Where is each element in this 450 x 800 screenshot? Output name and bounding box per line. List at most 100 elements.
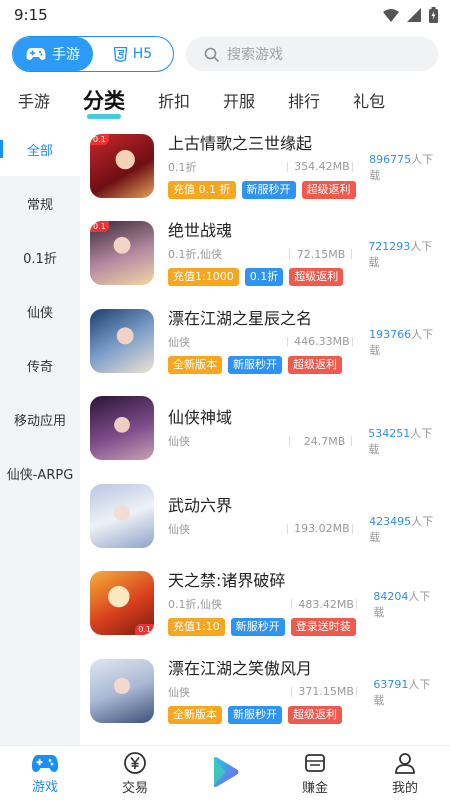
tab-mobile-games[interactable]: 手游 (18, 88, 50, 112)
game-category: 仙侠 (168, 685, 190, 699)
sidebar-item-legend[interactable]: 传奇 (0, 338, 80, 392)
game-meta: 仙侠 193.02MB 423495人下载 (168, 515, 440, 544)
tag-discount: 0.1折 (244, 268, 284, 287)
game-meta: 0.1折,仙侠 483.42MB 84204人下载 (168, 590, 440, 619)
tab-categories[interactable]: 分类 (83, 85, 125, 119)
divider (352, 161, 354, 172)
sidebar-item-discount[interactable]: 0.1折 (0, 230, 80, 284)
play-icon (214, 757, 239, 787)
bottom-nav: 游戏 交易 赚金 我的 (0, 745, 450, 800)
game-info: 仙侠神域 仙侠 24.7MB 534251人下载 (168, 407, 440, 456)
game-icon (90, 308, 154, 373)
game-icon: 0.1 (90, 133, 154, 198)
game-size: 354.42MB (294, 160, 350, 174)
discount-badge: 0.1 (90, 133, 109, 145)
nav-trade[interactable]: 交易 (90, 746, 180, 800)
search-placeholder: 搜索游戏 (227, 47, 283, 63)
game-meta: 仙侠 446.33MB 193766人下载 (168, 328, 440, 357)
h5-games-label: H5 (132, 46, 153, 62)
divider (287, 161, 289, 172)
game-info: 上古情歌之三世缘起 0.1折 354.42MB 896775人下载 充值 0.1… (168, 133, 440, 199)
nav-play[interactable] (180, 746, 270, 800)
download-count: 423495人下载 (369, 514, 434, 544)
game-tags: 全新版本 新服秒开 超级返利 (168, 705, 440, 724)
game-item[interactable]: 仙侠神域 仙侠 24.7MB 534251人下载 (80, 385, 450, 473)
discount-badge: 0.1 (90, 221, 109, 233)
game-icon: 0.1 (90, 571, 154, 636)
sidebar-item-mobile-apps[interactable]: 移动应用 (0, 392, 80, 446)
game-item[interactable]: 0.1 上古情歌之三世缘起 0.1折 354.42MB 896775人下载 充值… (80, 122, 450, 210)
divider (288, 436, 290, 447)
game-icon (90, 396, 154, 461)
tag-rebate: 超级返利 (301, 180, 356, 199)
nav-earn[interactable]: 赚金 (270, 746, 360, 800)
nav-games[interactable]: 游戏 (0, 746, 90, 800)
tag-login-gift: 登录送时装 (290, 618, 356, 637)
nav-mine-label: 我的 (391, 780, 418, 796)
sidebar-item-all[interactable]: 全部 (0, 122, 80, 176)
sidebar-item-xianxia-arpg[interactable]: 仙侠-ARPG (0, 446, 80, 500)
nav-trade-label: 交易 (121, 780, 148, 796)
tab-ranking[interactable]: 排行 (288, 88, 320, 112)
tag-new-version: 全新版本 (168, 705, 222, 724)
game-item[interactable]: 0.1 绝世战魂 0.1折,仙侠 72.15MB 721293人下载 充值1:1… (80, 210, 450, 298)
gamepad-icon (31, 754, 59, 772)
download-count: 896775人下载 (369, 152, 434, 182)
divider (291, 686, 293, 697)
sidebar-item-regular[interactable]: 常规 (0, 176, 80, 230)
search-input[interactable]: 搜索游戏 (186, 37, 438, 71)
h5-games-toggle[interactable]: H5 (93, 37, 173, 71)
divider (351, 249, 353, 260)
category-sidebar: 全部 常规 0.1折 仙侠 传奇 移动应用 仙侠-ARPG (0, 122, 80, 745)
game-meta: 0.1折 354.42MB 896775人下载 (168, 153, 440, 182)
game-info: 绝世战魂 0.1折,仙侠 72.15MB 721293人下载 充值1:1000 … (168, 220, 440, 287)
platform-switch: 手游 H5 (12, 36, 174, 72)
game-meta: 仙侠 24.7MB 534251人下载 (168, 427, 440, 456)
game-list: 0.1 上古情歌之三世缘起 0.1折 354.42MB 896775人下载 充值… (80, 122, 450, 745)
top-bar: 手游 H5 搜索游戏 (0, 30, 450, 78)
download-count: 63791人下载 (373, 677, 431, 707)
game-info: 天之禁:诸界破碎 0.1折,仙侠 483.42MB 84204人下载 充值1:1… (168, 570, 440, 637)
game-category: 0.1折,仙侠 (168, 598, 222, 612)
game-tags: 全新版本 新服秒开 超级返利 (168, 355, 440, 374)
download-count: 84204人下载 (373, 590, 431, 620)
sidebar-item-xianxia[interactable]: 仙侠 (0, 284, 80, 338)
download-count: 193766人下载 (369, 327, 434, 357)
nav-mine[interactable]: 我的 (360, 746, 450, 800)
divider (287, 523, 289, 534)
tag-new-server: 新服秒开 (241, 180, 296, 199)
game-item[interactable]: 漂在江湖之星辰之名 仙侠 446.33MB 193766人下载 全新版本 新服秒… (80, 297, 450, 385)
download-count: 721293人下载 (368, 240, 433, 270)
mobile-games-toggle[interactable]: 手游 (13, 37, 93, 71)
game-category: 仙侠 (168, 522, 190, 536)
user-icon (395, 752, 415, 774)
signal-icon (407, 8, 421, 22)
game-item[interactable]: 0.1 天之禁:诸界破碎 0.1折,仙侠 483.42MB 84204人下载 充… (80, 560, 450, 648)
discount-badge: 0.1 (135, 624, 154, 636)
wifi-icon (383, 8, 399, 22)
search-icon (204, 47, 219, 62)
game-category: 0.1折,仙侠 (168, 248, 222, 262)
tag-recharge: 充值 0.1 折 (168, 180, 236, 199)
status-icons (383, 7, 438, 23)
tag-rebate: 超级返利 (288, 355, 342, 374)
tab-discount[interactable]: 折扣 (158, 88, 190, 112)
nav-games-label: 游戏 (31, 779, 58, 795)
tag-rebate: 超级返利 (288, 705, 342, 724)
game-icon: 0.1 (90, 221, 154, 286)
game-size: 193.02MB (294, 522, 350, 536)
game-item[interactable]: 漂在江湖之笑傲风月 仙侠 371.15MB 63791人下载 全新版本 新服秒开… (80, 647, 450, 735)
divider (352, 336, 354, 347)
game-item[interactable]: 武动六界 仙侠 193.02MB 423495人下载 (80, 472, 450, 560)
game-size: 72.15MB (296, 247, 346, 261)
game-category: 0.1折 (168, 160, 197, 174)
category-tabs: 手游 分类 折扣 开服 排行 礼包 (0, 78, 450, 122)
tag-recharge: 充值1:10 (168, 618, 225, 637)
divider (288, 249, 290, 260)
nav-earn-label: 赚金 (301, 780, 328, 796)
tag-rebate: 超级返利 (289, 268, 344, 287)
tab-gift[interactable]: 礼包 (353, 88, 385, 112)
divider (351, 436, 353, 447)
divider (352, 523, 354, 534)
tab-server-open[interactable]: 开服 (223, 88, 255, 112)
